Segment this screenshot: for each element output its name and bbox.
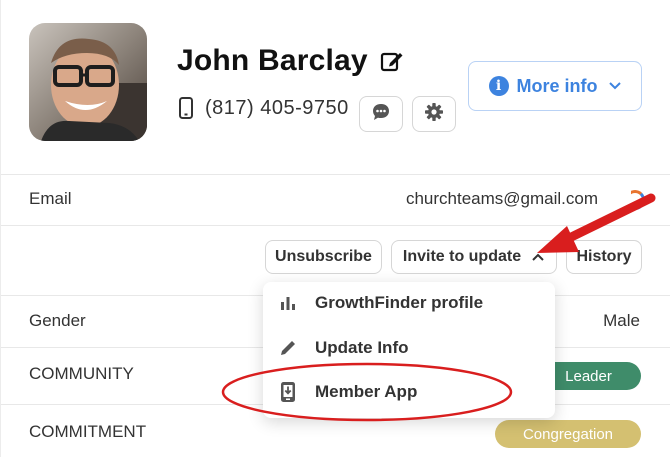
menu-item-label: Update Info bbox=[315, 338, 409, 357]
chat-bubble-icon bbox=[371, 102, 391, 127]
avatar[interactable] bbox=[29, 23, 147, 141]
email-value[interactable]: churchteams@gmail.com bbox=[406, 189, 598, 209]
divider bbox=[1, 174, 670, 175]
unsubscribe-label: Unsubscribe bbox=[275, 248, 372, 265]
invite-to-update-button[interactable]: Invite to update bbox=[391, 240, 557, 274]
settings-button[interactable] bbox=[412, 96, 456, 132]
chevron-down-icon bbox=[608, 81, 622, 91]
menu-item-label: Member App bbox=[315, 382, 418, 401]
more-info-label: More info bbox=[516, 75, 598, 96]
more-info-button[interactable]: i More info bbox=[468, 61, 642, 111]
menu-item-label: GrowthFinder profile bbox=[315, 293, 484, 312]
community-label: COMMUNITY bbox=[29, 364, 134, 383]
phone-download-icon bbox=[277, 381, 299, 403]
phone-row: (817) 405-9750 bbox=[177, 96, 349, 120]
menu-item-update-info[interactable]: Update Info bbox=[277, 337, 409, 359]
commitment-label: COMMITMENT bbox=[29, 422, 147, 441]
name-row: John Barclay bbox=[177, 44, 404, 78]
mobile-phone-icon bbox=[177, 96, 195, 120]
invite-label: Invite to update bbox=[402, 248, 522, 265]
gear-icon bbox=[424, 102, 444, 127]
email-provider-icon bbox=[631, 190, 645, 210]
commitment-badge: Congregation bbox=[495, 420, 641, 448]
avatar-photo bbox=[29, 23, 147, 141]
info-icon: i bbox=[488, 76, 509, 96]
history-label: History bbox=[576, 248, 632, 265]
divider bbox=[1, 225, 670, 226]
edit-icon[interactable] bbox=[380, 49, 404, 73]
person-name: John Barclay bbox=[177, 44, 368, 77]
history-button[interactable]: History bbox=[566, 240, 642, 274]
unsubscribe-button[interactable]: Unsubscribe bbox=[265, 240, 382, 274]
pencil-icon bbox=[277, 337, 299, 359]
chevron-up-icon bbox=[531, 252, 545, 262]
menu-item-growthfinder-profile[interactable]: GrowthFinder profile bbox=[277, 292, 483, 314]
message-button[interactable] bbox=[359, 96, 403, 132]
person-card: John Barclay (817) 405-9750 i More info … bbox=[0, 0, 670, 457]
menu-item-member-app[interactable]: Member App bbox=[277, 381, 417, 403]
bar-chart-icon bbox=[277, 292, 299, 314]
phone-number[interactable]: (817) 405-9750 bbox=[205, 97, 349, 120]
invite-dropdown-menu: GrowthFinder profile Update Info Member … bbox=[263, 282, 555, 418]
gender-value: Male bbox=[603, 311, 640, 330]
gender-label: Gender bbox=[29, 311, 86, 330]
email-label: Email bbox=[29, 189, 72, 208]
